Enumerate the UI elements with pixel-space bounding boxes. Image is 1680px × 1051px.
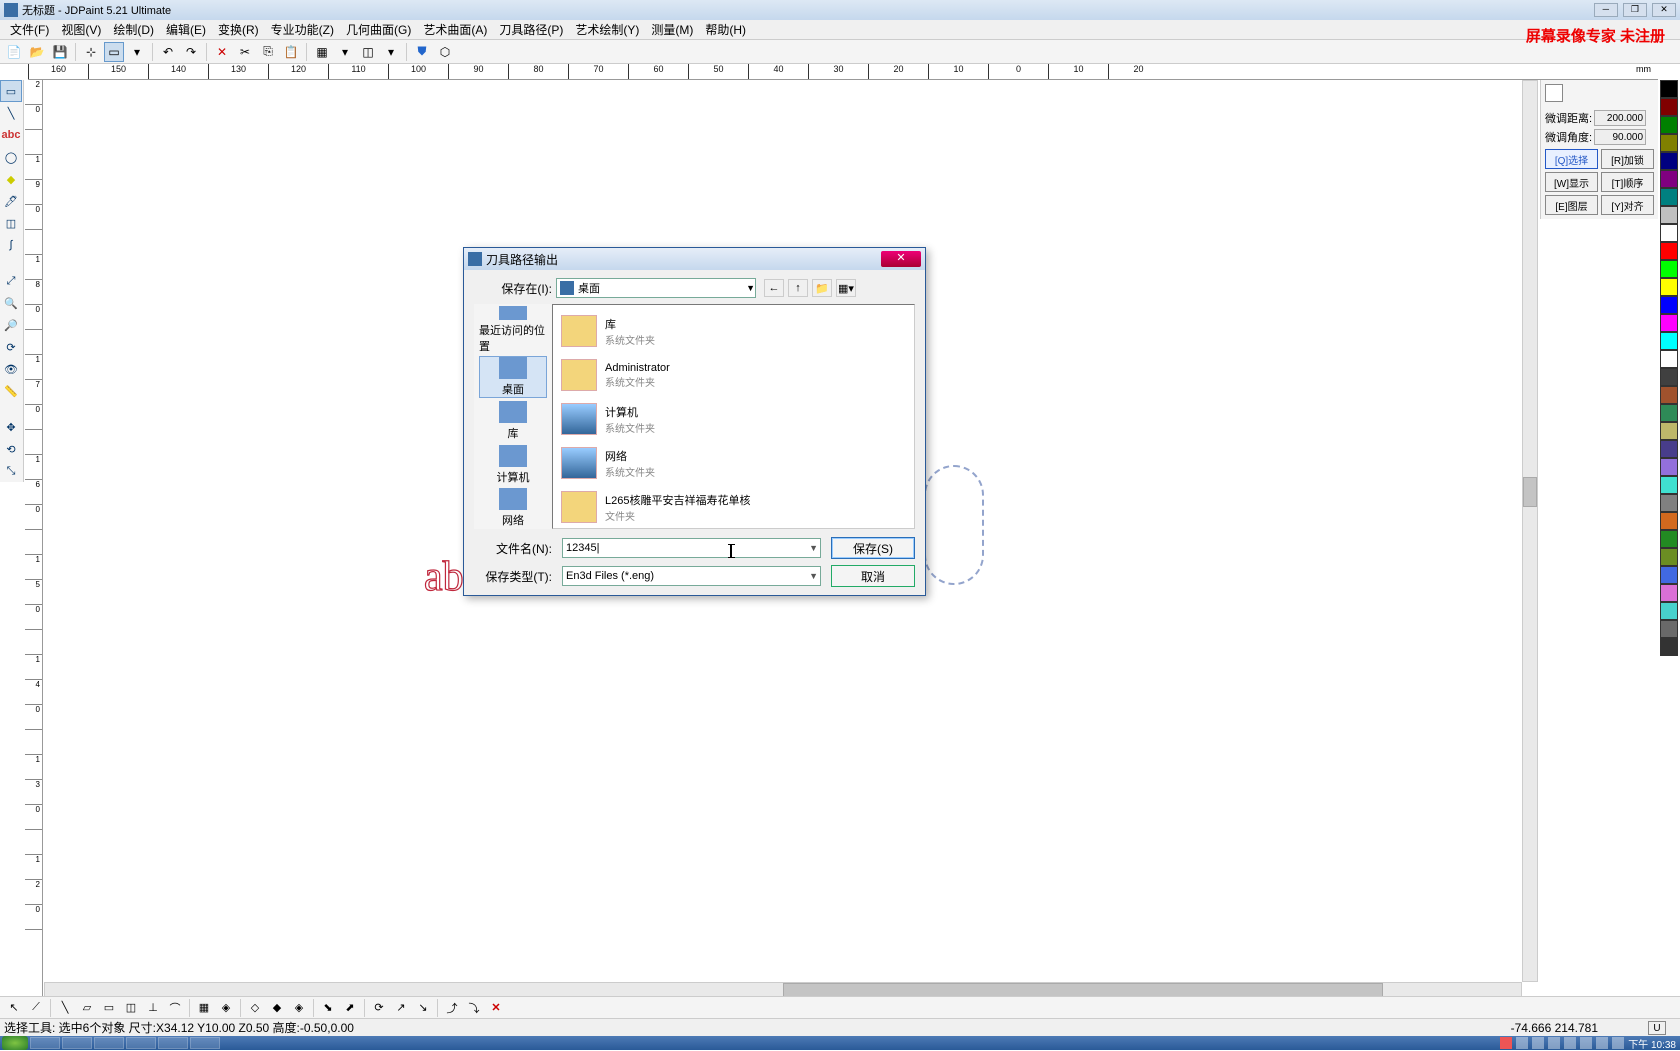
newfolder-icon[interactable]: 📁: [812, 279, 832, 297]
dialog-title: 刀具路径输出: [486, 251, 558, 268]
filename-input[interactable]: 12345| ▼: [562, 538, 821, 558]
filename-label: 文件名(N):: [474, 540, 552, 557]
filetype-label: 保存类型(T):: [474, 568, 552, 585]
file-list[interactable]: 库系统文件夹Administrator系统文件夹计算机系统文件夹网络系统文件夹L…: [552, 304, 915, 529]
save-in-label: 保存在(I):: [474, 280, 552, 297]
place-item[interactable]: 库: [479, 400, 547, 442]
place-item[interactable]: 桌面: [479, 356, 547, 398]
save-button[interactable]: 保存(S): [831, 537, 915, 559]
save-in-combo[interactable]: 桌面 ▼: [556, 278, 756, 298]
back-icon[interactable]: ←: [764, 279, 784, 297]
desktop-icon: [560, 281, 574, 295]
file-item[interactable]: 库系统文件夹: [557, 309, 910, 353]
dialog-overlay: 刀具路径输出 ✕ 保存在(I): 桌面 ▼ ← ↑ 📁 ▦▾ 最: [0, 0, 1680, 1050]
place-item[interactable]: 最近访问的位置: [479, 306, 547, 354]
place-item[interactable]: 网络: [479, 487, 547, 529]
dialog-close-button[interactable]: ✕: [881, 251, 921, 267]
save-dialog: 刀具路径输出 ✕ 保存在(I): 桌面 ▼ ← ↑ 📁 ▦▾ 最: [463, 247, 926, 596]
places-bar: 最近访问的位置桌面库计算机网络: [474, 304, 552, 529]
cancel-button[interactable]: 取消: [831, 565, 915, 587]
dialog-titlebar[interactable]: 刀具路径输出 ✕: [464, 248, 925, 270]
text-cursor-icon: [730, 544, 732, 558]
file-item[interactable]: L265核雕平安吉祥福寿花单核文件夹: [557, 485, 910, 529]
file-item[interactable]: 计算机系统文件夹: [557, 397, 910, 441]
viewmode-icon[interactable]: ▦▾: [836, 279, 856, 297]
file-item[interactable]: 网络系统文件夹: [557, 441, 910, 485]
filetype-combo[interactable]: En3d Files (*.eng) ▼: [562, 566, 821, 586]
place-item[interactable]: 计算机: [479, 444, 547, 486]
file-item[interactable]: Administrator系统文件夹: [557, 353, 910, 397]
up-icon[interactable]: ↑: [788, 279, 808, 297]
dialog-icon: [468, 252, 482, 266]
